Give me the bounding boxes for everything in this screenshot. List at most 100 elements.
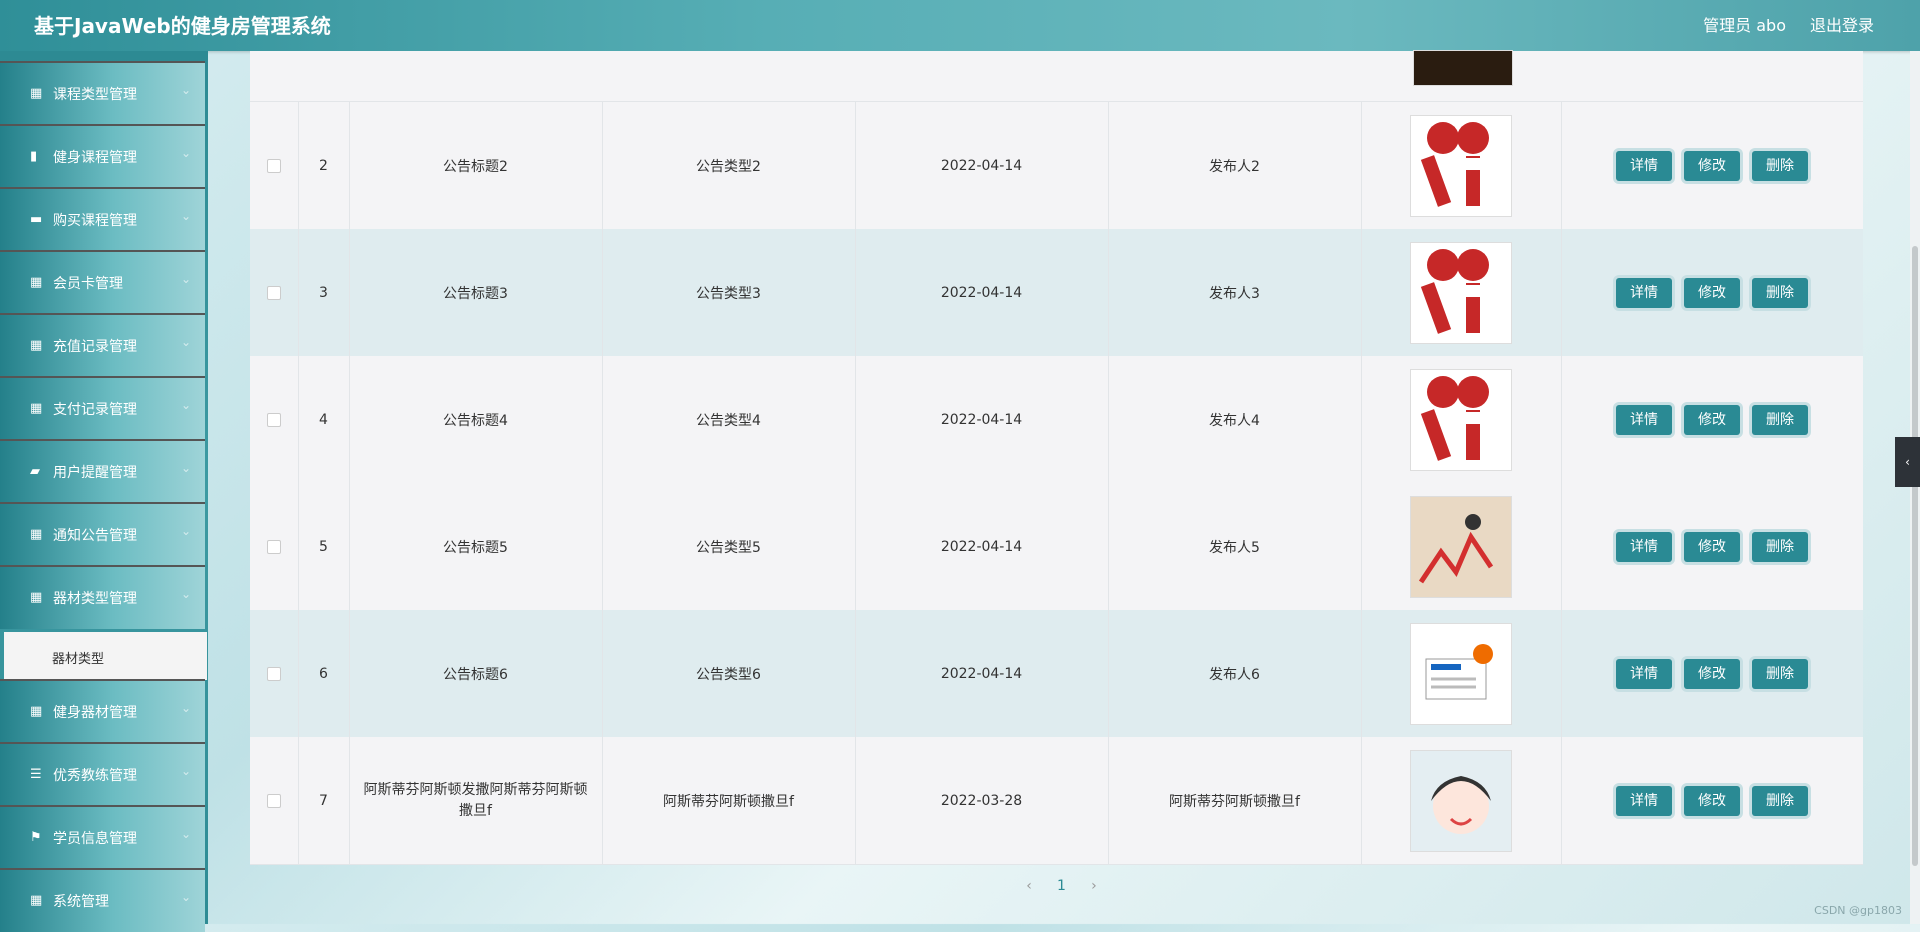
row-title: 公告标题3 bbox=[443, 285, 508, 302]
delete-button[interactable]: 删除 bbox=[1752, 277, 1808, 308]
grid-icon: ▦ bbox=[30, 275, 43, 290]
row-checkbox-cell bbox=[250, 356, 298, 483]
bar-chart-icon: ▮ bbox=[30, 149, 38, 164]
prev-page-button[interactable]: ‹ bbox=[1015, 878, 1043, 894]
row-image-cell bbox=[1361, 737, 1561, 864]
row-actions: 详情 修改 删除 bbox=[1561, 610, 1863, 737]
delete-button[interactable]: 删除 bbox=[1752, 658, 1808, 689]
chevron-down-icon: ⌄ bbox=[180, 83, 191, 97]
next-page-button[interactable]: › bbox=[1080, 878, 1108, 894]
row-index: 4 bbox=[319, 411, 328, 428]
sidebar-item-coach[interactable]: ☰ 优秀教练管理 ⌄ bbox=[0, 742, 205, 806]
edit-button[interactable]: 修改 bbox=[1684, 150, 1740, 181]
submenu-label: 器材类型 bbox=[52, 652, 105, 667]
sidebar-item-fitness-course[interactable]: ▮ 健身课程管理 ⌄ bbox=[0, 124, 205, 188]
sidebar-item-label: 优秀教练管理 bbox=[53, 768, 137, 784]
sidebar-item-label: 健身课程管理 bbox=[53, 150, 137, 166]
row-index: 2 bbox=[319, 157, 328, 174]
scrollbar-thumb[interactable] bbox=[1912, 246, 1918, 866]
table-row: 6 公告标题6 公告类型6 2022-04-14 发布人6 详情 修改 删除 bbox=[250, 610, 1863, 738]
edit-button[interactable]: 修改 bbox=[1684, 658, 1740, 689]
row-title: 阿斯蒂芬阿斯顿发撒阿斯蒂芬阿斯顿撒旦f bbox=[363, 781, 588, 819]
detail-button[interactable]: 详情 bbox=[1616, 658, 1672, 689]
detail-button[interactable]: 详情 bbox=[1616, 531, 1672, 562]
sidebar-item-student[interactable]: ⚑ 学员信息管理 ⌄ bbox=[0, 805, 205, 869]
message-icon: ▰ bbox=[30, 464, 40, 479]
grid-icon: ▦ bbox=[30, 893, 43, 908]
sidebar-item-recharge[interactable]: ▦ 充值记录管理 ⌄ bbox=[0, 313, 205, 377]
row-type: 阿斯蒂芬阿斯顿撒旦f bbox=[663, 793, 794, 810]
microphone-news-icon bbox=[1410, 241, 1512, 344]
row-actions: 详情 修改 删除 bbox=[1561, 356, 1863, 483]
chart-crash-icon bbox=[1410, 495, 1512, 598]
sidebar-item-system[interactable]: ▦ 系统管理 ⌄ bbox=[0, 868, 205, 932]
row-checkbox-cell bbox=[250, 610, 298, 737]
sidebar-item-purchase-course[interactable]: ▬ 购买课程管理 ⌄ bbox=[0, 187, 205, 251]
row-title: 公告标题2 bbox=[443, 158, 508, 175]
sidebar-item-member-card[interactable]: ▦ 会员卡管理 ⌄ bbox=[0, 250, 205, 314]
notice-table: 2 公告标题2 公告类型2 2022-04-14 发布人2 详情 修改 删除 3… bbox=[250, 50, 1863, 865]
grid-icon: ▦ bbox=[30, 338, 43, 353]
edit-button[interactable]: 修改 bbox=[1684, 531, 1740, 562]
row-type: 公告类型2 bbox=[696, 158, 761, 175]
sidebar-item-notice[interactable]: ▦ 通知公告管理 ⌄ bbox=[0, 502, 205, 566]
row-date: 2022-03-28 bbox=[940, 792, 1023, 809]
row-image-cell bbox=[1361, 102, 1561, 229]
current-user: 管理员 abo bbox=[1703, 16, 1786, 35]
edit-button[interactable]: 修改 bbox=[1684, 785, 1740, 816]
row-checkbox[interactable] bbox=[267, 539, 281, 554]
grid-icon: ▦ bbox=[30, 401, 43, 416]
row-actions: 详情 修改 删除 bbox=[1561, 229, 1863, 356]
chevron-down-icon: ⌄ bbox=[180, 701, 191, 715]
chevron-down-icon: ⌄ bbox=[180, 209, 191, 223]
watermark: CSDN @gp1803 bbox=[1814, 904, 1902, 917]
row-actions: 详情 修改 删除 bbox=[1561, 102, 1863, 229]
row-checkbox[interactable] bbox=[267, 666, 281, 681]
sidebar-item-label: 充值记录管理 bbox=[53, 339, 137, 355]
page-number-current[interactable]: 1 bbox=[1047, 878, 1075, 894]
sidebar-item-equipment-type[interactable]: ▦ 器材类型管理 ⌄ bbox=[0, 565, 205, 629]
table-row: 7 阿斯蒂芬阿斯顿发撒阿斯蒂芬阿斯顿撒旦f 阿斯蒂芬阿斯顿撒旦f 2022-03… bbox=[250, 737, 1863, 865]
app-title: 基于JavaWeb的健身房管理系统 bbox=[34, 14, 331, 38]
sidebar-item-payment[interactable]: ▦ 支付记录管理 ⌄ bbox=[0, 376, 205, 440]
vertical-scrollbar[interactable] bbox=[1910, 51, 1920, 924]
detail-button[interactable]: 详情 bbox=[1616, 785, 1672, 816]
sidebar-item-label: 通知公告管理 bbox=[53, 528, 137, 544]
sidebar-item-label: 购买课程管理 bbox=[53, 213, 137, 229]
row-checkbox[interactable] bbox=[267, 412, 281, 427]
delete-button[interactable]: 删除 bbox=[1752, 404, 1808, 435]
row-title: 公告标题5 bbox=[443, 539, 508, 556]
row-image-cell bbox=[1413, 50, 1513, 101]
sidebar-item-label: 学员信息管理 bbox=[53, 831, 137, 847]
row-actions: 详情 修改 删除 bbox=[1561, 737, 1863, 864]
detail-button[interactable]: 详情 bbox=[1616, 150, 1672, 181]
detail-button[interactable]: 详情 bbox=[1616, 404, 1672, 435]
row-checkbox[interactable] bbox=[267, 793, 281, 808]
submenu-equipment-type[interactable]: 器材类型 bbox=[4, 632, 207, 680]
row-publisher: 发布人4 bbox=[1209, 412, 1260, 429]
row-index: 7 bbox=[319, 792, 328, 809]
edit-button[interactable]: 修改 bbox=[1684, 404, 1740, 435]
row-publisher: 发布人3 bbox=[1209, 285, 1260, 302]
row-checkbox[interactable] bbox=[267, 158, 281, 173]
sidebar-item-equipment[interactable]: ▦ 健身器材管理 ⌄ bbox=[0, 679, 205, 743]
sidebar-item-user-reminder[interactable]: ▰ 用户提醒管理 ⌄ bbox=[0, 439, 205, 503]
collapse-panel-tab[interactable]: ‹ bbox=[1895, 437, 1920, 487]
delete-button[interactable]: 删除 bbox=[1752, 785, 1808, 816]
row-title: 公告标题6 bbox=[443, 666, 508, 683]
delete-button[interactable]: 删除 bbox=[1752, 531, 1808, 562]
row-type: 公告类型3 bbox=[696, 285, 761, 302]
row-checkbox[interactable] bbox=[267, 285, 281, 300]
delete-button[interactable]: 删除 bbox=[1752, 150, 1808, 181]
fireworks-thumbnail bbox=[1413, 50, 1513, 86]
grid-icon: ▦ bbox=[30, 527, 43, 542]
edit-button[interactable]: 修改 bbox=[1684, 277, 1740, 308]
row-publisher: 发布人6 bbox=[1209, 666, 1260, 683]
sidebar-item-label: 健身器材管理 bbox=[53, 705, 137, 721]
table-row: 2 公告标题2 公告类型2 2022-04-14 发布人2 详情 修改 删除 bbox=[250, 102, 1863, 230]
detail-button[interactable]: 详情 bbox=[1616, 277, 1672, 308]
sidebar-item-course-type[interactable]: ▦ 课程类型管理 ⌄ bbox=[0, 61, 205, 125]
chevron-down-icon: ⌄ bbox=[180, 890, 191, 904]
row-index: 5 bbox=[319, 538, 328, 555]
logout-link[interactable]: 退出登录 bbox=[1810, 12, 1874, 36]
